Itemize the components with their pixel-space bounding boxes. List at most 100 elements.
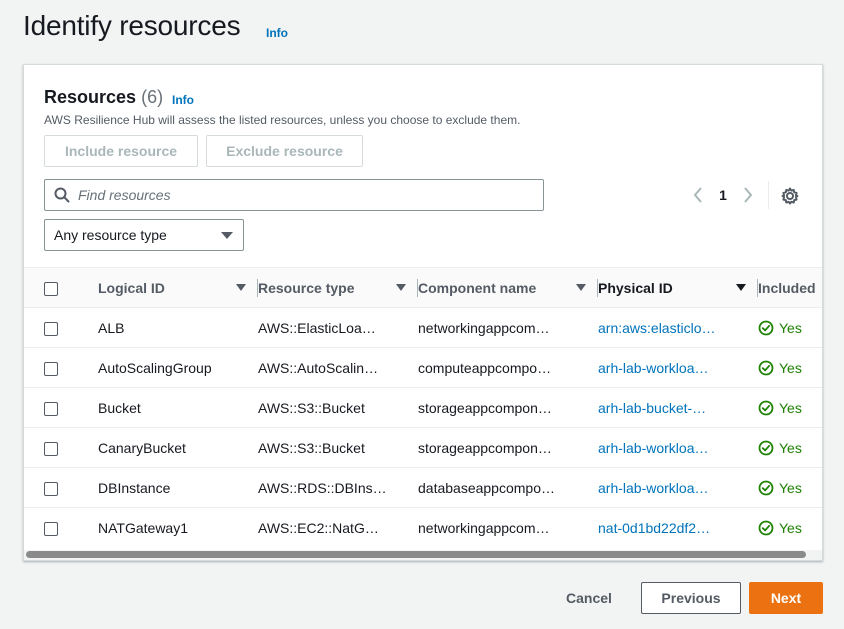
horizontal-scrollbar[interactable] (24, 550, 822, 560)
cell-resource-type: AWS::S3::Bucket (258, 427, 418, 468)
row-checkbox[interactable] (44, 521, 58, 536)
table-row[interactable]: ALB AWS::ElasticLoa… networkingappcom… arn:… (24, 307, 822, 348)
included-label: Yes (779, 439, 802, 456)
select-all-checkbox[interactable] (44, 281, 58, 296)
select-all-header (24, 267, 98, 308)
table-row[interactable]: DBInstance AWS::RDS::DBIns… databaseappcom… (24, 467, 822, 508)
pager-divider (768, 181, 769, 209)
row-checkbox-cell (24, 307, 98, 348)
include-resource-button[interactable]: Include resource (44, 135, 198, 167)
column-header-label: Physical ID (598, 279, 673, 296)
cell-physical-id: arh-lab-workloa… (598, 467, 758, 508)
physical-id-link[interactable]: arh-lab-workloa… (598, 360, 708, 376)
check-circle-icon (758, 480, 774, 496)
chevron-left-icon[interactable] (688, 183, 708, 207)
row-checkbox[interactable] (44, 441, 58, 456)
row-checkbox[interactable] (44, 481, 58, 496)
included-status: Yes (758, 519, 822, 536)
cell-included: Yes (758, 347, 822, 388)
cell-included: Yes (758, 467, 822, 508)
check-circle-icon (758, 520, 774, 536)
resource-type-select[interactable]: Any resource type (44, 219, 244, 251)
scrollbar-thumb[interactable] (26, 551, 806, 558)
page-title: Identify resources (23, 10, 241, 41)
included-label: Yes (779, 399, 802, 416)
physical-id-link[interactable]: nat-0d1bd22df2… (598, 520, 710, 536)
column-header-resource-type[interactable]: Resource type (258, 267, 418, 308)
caret-down-icon (221, 231, 233, 239)
cell-component-name: storageappcompon… (418, 387, 598, 428)
search-input[interactable] (78, 187, 518, 203)
resources-info-link[interactable]: Info (172, 93, 194, 107)
cell-logical-id: AutoScalingGroup (98, 347, 258, 388)
cell-physical-id: nat-0d1bd22df2… (598, 508, 758, 548)
cell-resource-type: AWS::S3::Bucket (258, 387, 418, 428)
column-header-included[interactable]: Included (758, 267, 822, 308)
resources-container: Resources (6) Info AWS Resilience Hub wi… (23, 64, 823, 561)
row-checkbox-cell (24, 467, 98, 508)
search-icon (54, 187, 70, 203)
resources-table: Logical ID Resource type Component name … (24, 267, 822, 548)
row-checkbox[interactable] (44, 321, 58, 336)
sort-caret-icon (396, 284, 406, 291)
cell-included: Yes (758, 508, 822, 548)
table-row[interactable]: CanaryBucket AWS::S3::Bucket storageappcom… (24, 427, 822, 468)
cell-resource-type: AWS::AutoScalin… (258, 347, 418, 388)
chevron-right-icon[interactable] (738, 183, 758, 207)
cancel-button[interactable]: Cancel (560, 582, 618, 614)
pagination: 1 (688, 183, 758, 207)
cell-resource-type: AWS::EC2::NatG… (258, 519, 379, 536)
physical-id-link[interactable]: arh-lab-bucket-… (598, 400, 706, 416)
check-circle-icon (758, 440, 774, 456)
table-row[interactable]: AutoScalingGroup AWS::AutoScalin… computea… (24, 347, 822, 388)
row-checkbox-cell (24, 347, 98, 388)
cell-included: Yes (758, 387, 822, 428)
column-header-label: Resource type (258, 279, 355, 296)
included-status: Yes (758, 439, 822, 456)
page-number[interactable]: 1 (708, 187, 738, 203)
included-label: Yes (779, 519, 802, 536)
row-checkbox-cell (24, 508, 98, 548)
column-header-label: Logical ID (98, 279, 165, 296)
search-box (44, 179, 544, 211)
table-row[interactable]: NATGateway1 AWS::EC2::NatG… networkingappc… (24, 508, 822, 548)
cell-logical-id: DBInstance (98, 467, 258, 508)
column-header-logical-id[interactable]: Logical ID (98, 267, 258, 308)
column-header-physical-id[interactable]: Physical ID (598, 267, 758, 308)
cell-included: Yes (758, 307, 822, 348)
resources-title: Resources (44, 87, 137, 107)
cell-component-name: networkingappcom… (418, 519, 550, 536)
included-label: Yes (779, 479, 802, 496)
cell-logical-id: ALB (98, 307, 258, 348)
resources-description: AWS Resilience Hub will assess the liste… (44, 113, 521, 127)
row-checkbox[interactable] (44, 361, 58, 376)
sort-caret-icon (736, 284, 746, 291)
included-label: Yes (779, 359, 802, 376)
previous-button[interactable]: Previous (641, 582, 741, 614)
cell-logical-id: Bucket (98, 387, 258, 428)
next-button[interactable]: Next (749, 582, 823, 614)
row-checkbox[interactable] (44, 401, 58, 416)
settings-gear-icon[interactable] (780, 186, 800, 206)
resources-table-wrap: Logical ID Resource type Component name … (24, 267, 822, 548)
physical-id-link[interactable]: arh-lab-workloa… (598, 440, 708, 456)
cell-component-name: storageappcompon… (418, 427, 598, 468)
physical-id-link[interactable]: arn:aws:elasticlo… (598, 320, 716, 336)
column-header-component-name[interactable]: Component name (418, 267, 598, 308)
exclude-resource-button[interactable]: Exclude resource (206, 135, 363, 167)
page-info-link[interactable]: Info (266, 26, 288, 40)
column-header-label: Included (758, 279, 816, 296)
check-circle-icon (758, 360, 774, 376)
included-status: Yes (758, 320, 822, 336)
physical-id-link[interactable]: arh-lab-workloa… (598, 480, 708, 496)
row-checkbox-cell (24, 427, 98, 468)
cell-component-name: networkingappcom… (418, 307, 598, 348)
included-status: Yes (758, 479, 822, 496)
column-header-label: Component name (418, 279, 537, 296)
cell-resource-type: AWS::RDS::DBIns… (258, 467, 418, 508)
table-row[interactable]: Bucket AWS::S3::Bucket storageappcompon… ar… (24, 387, 822, 428)
cell-physical-id: arh-lab-workloa… (598, 347, 758, 388)
row-checkbox-cell (24, 387, 98, 428)
table-header-row: Logical ID Resource type Component name … (24, 267, 822, 308)
resources-count: (6) (141, 87, 164, 107)
